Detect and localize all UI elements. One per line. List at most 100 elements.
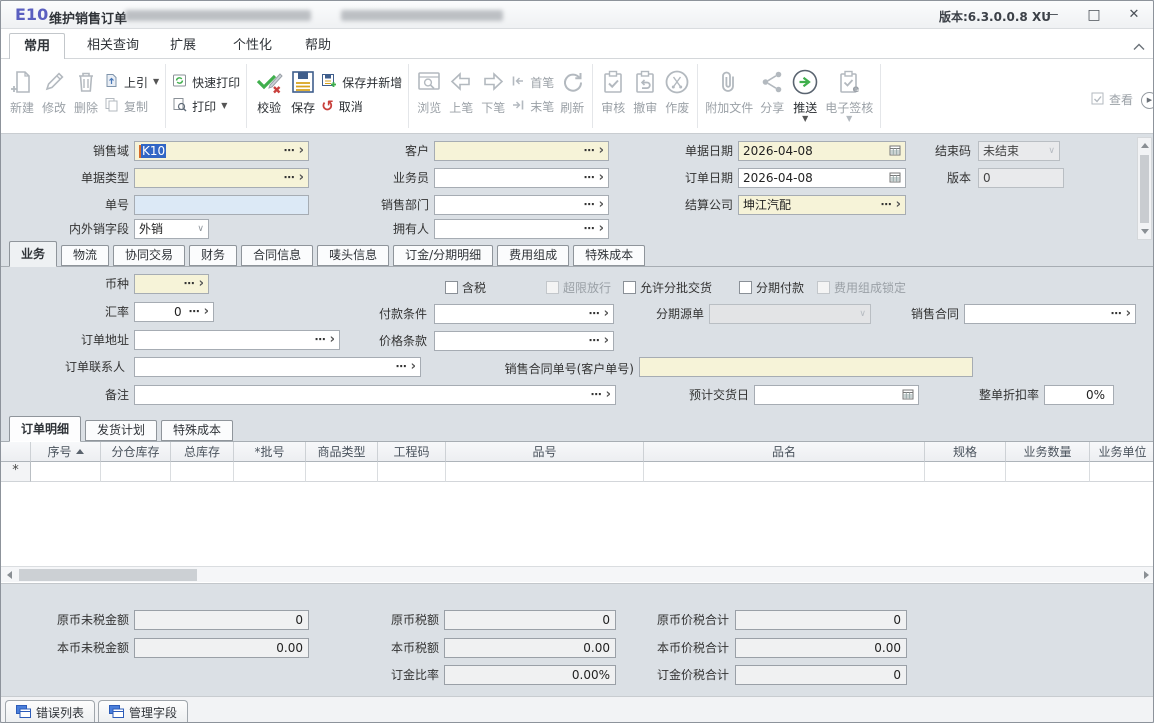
open-record-icon[interactable]: › <box>1126 307 1131 321</box>
col-header-seq[interactable]: 序号 <box>31 442 101 462</box>
col-header-batch-no[interactable]: *批号 <box>234 442 306 462</box>
col-header-item-name[interactable]: 品名 <box>644 442 925 462</box>
refresh-button[interactable]: 刷新 <box>556 61 588 117</box>
open-record-icon[interactable]: › <box>604 334 609 348</box>
open-record-icon[interactable]: › <box>599 198 604 212</box>
order-contact-field[interactable]: ⋯ › <box>134 357 421 377</box>
open-record-icon[interactable]: › <box>411 360 416 374</box>
ellipsis-icon[interactable]: ⋯ <box>584 200 595 210</box>
doc-type-field[interactable]: ⋯ › <box>134 168 309 188</box>
grid-cell[interactable] <box>234 462 306 482</box>
grid-cell[interactable] <box>1006 462 1090 482</box>
modify-button[interactable]: 修改 <box>38 61 70 117</box>
expected-delivery-field[interactable] <box>754 385 919 405</box>
copy-button[interactable]: 复制 <box>102 94 161 118</box>
grid-cell[interactable] <box>925 462 1006 482</box>
last-record-button[interactable]: 末笔 <box>509 94 556 118</box>
col-header-total-stock[interactable]: 总库存 <box>171 442 234 462</box>
sales-contract-field[interactable]: ⋯ › <box>964 304 1136 324</box>
grid-cell[interactable] <box>446 462 644 482</box>
ellipsis-icon[interactable]: ⋯ <box>584 224 595 234</box>
management-fields-tab[interactable]: 管理字段 <box>98 700 188 723</box>
open-record-icon[interactable]: › <box>299 171 304 185</box>
share-button[interactable]: 分享 <box>756 61 788 117</box>
grid-cell[interactable] <box>1090 462 1154 482</box>
tax-included-checkbox[interactable]: 含税 <box>445 280 486 294</box>
grid-cell[interactable] <box>171 462 234 482</box>
ellipsis-icon[interactable]: ⋯ <box>189 307 200 317</box>
grid-horizontal-scrollbar[interactable] <box>1 566 1154 582</box>
grid-cell[interactable] <box>31 462 101 482</box>
sales-domain-field[interactable]: K10 ⋯ › <box>134 141 309 161</box>
grid-cell[interactable] <box>644 462 925 482</box>
ellipsis-icon[interactable]: ⋯ <box>584 146 595 156</box>
menu-tab-common[interactable]: 常用 <box>9 33 65 60</box>
sales-dept-field[interactable]: ⋯ › <box>434 195 609 215</box>
tab-finance[interactable]: 财务 <box>189 245 237 266</box>
customer-field[interactable]: ⋯ › <box>434 141 609 161</box>
ribbon-overflow-icon[interactable]: ▶ <box>1141 92 1154 109</box>
delete-button[interactable]: 删除 <box>70 61 102 117</box>
grid-new-row[interactable]: * <box>1 462 1154 482</box>
unaudit-button[interactable]: 撤审 <box>629 61 661 117</box>
quick-print-button[interactable]: 快速打印 <box>170 70 242 94</box>
prev-record-button[interactable]: 上笔 <box>445 61 477 117</box>
version-field[interactable]: 0 <box>978 168 1064 188</box>
save-button[interactable]: 保存 <box>287 61 319 117</box>
price-terms-field[interactable]: ⋯ › <box>434 331 614 351</box>
col-header-spec[interactable]: 规格 <box>925 442 1006 462</box>
print-button[interactable]: 打印 ▼ <box>170 94 242 118</box>
col-header-biz-unit[interactable]: 业务单位 <box>1090 442 1154 462</box>
tab-delivery-plan[interactable]: 发货计划 <box>85 420 157 441</box>
grid-cell[interactable] <box>378 462 446 482</box>
horizontal-scroll-thumb[interactable] <box>19 569 197 581</box>
ellipsis-icon[interactable]: ⋯ <box>284 173 295 183</box>
grid-cell[interactable] <box>306 462 378 482</box>
first-record-button[interactable]: 首笔 <box>509 70 556 94</box>
tab-special-cost-grid[interactable]: 特殊成本 <box>161 420 233 441</box>
tab-order-detail[interactable]: 订单明细 <box>9 416 81 442</box>
tab-special-cost[interactable]: 特殊成本 <box>573 245 645 266</box>
attach-file-button[interactable]: 附加文件 <box>702 61 756 117</box>
void-button[interactable]: 作废 <box>661 61 693 117</box>
col-header-item-no[interactable]: 品号 <box>446 442 644 462</box>
vertical-scroll-thumb[interactable] <box>1140 155 1149 223</box>
tab-business[interactable]: 业务 <box>9 241 57 267</box>
menu-tab-personalize[interactable]: 个性化 <box>219 33 286 59</box>
doc-no-field[interactable] <box>134 195 309 215</box>
salesman-field[interactable]: ⋯ › <box>434 168 609 188</box>
scroll-right-icon[interactable] <box>1144 571 1149 579</box>
ellipsis-icon[interactable]: ⋯ <box>591 390 602 400</box>
grid-cell[interactable] <box>101 462 171 482</box>
browse-button[interactable]: 浏览 <box>413 61 445 117</box>
scroll-up-icon[interactable] <box>1141 143 1149 148</box>
ellipsis-icon[interactable]: ⋯ <box>1111 309 1122 319</box>
ellipsis-icon[interactable]: ⋯ <box>284 146 295 156</box>
pull-up-button[interactable]: 上引 ▼ <box>102 70 161 94</box>
contract-no-field[interactable] <box>639 357 973 377</box>
col-header-warehouse-stock[interactable]: 分仓库存 <box>101 442 171 462</box>
remark-field[interactable]: ⋯ › <box>134 385 616 405</box>
row-selector-header[interactable] <box>1 442 31 462</box>
tab-contract-info[interactable]: 合同信息 <box>241 245 313 266</box>
col-header-product-type[interactable]: 商品类型 <box>306 442 378 462</box>
menu-tab-help[interactable]: 帮助 <box>291 33 345 59</box>
new-button[interactable]: 新建 <box>6 61 38 117</box>
tab-shipping-mark[interactable]: 唛头信息 <box>317 245 389 266</box>
collapse-ribbon-icon[interactable] <box>1133 40 1145 54</box>
scroll-left-icon[interactable] <box>7 571 12 579</box>
open-record-icon[interactable]: › <box>606 388 611 402</box>
ellipsis-icon[interactable]: ⋯ <box>589 336 600 346</box>
ellipsis-icon[interactable]: ⋯ <box>584 173 595 183</box>
col-header-biz-qty[interactable]: 业务数量 <box>1006 442 1090 462</box>
end-code-combo[interactable]: 未结束 ∨ <box>978 141 1060 161</box>
over-limit-release-checkbox[interactable]: 超限放行 <box>546 280 611 294</box>
installment-payment-checkbox[interactable]: 分期付款 <box>739 280 804 294</box>
menu-tab-related-query[interactable]: 相关查询 <box>73 33 153 59</box>
save-and-new-button[interactable]: 保存并新增 <box>319 70 404 94</box>
tab-fee-composition[interactable]: 费用组成 <box>497 245 569 266</box>
combo-arrow-icon[interactable]: ∨ <box>197 224 204 234</box>
audit-button[interactable]: 审核 <box>597 61 629 117</box>
open-record-icon[interactable]: › <box>299 144 304 158</box>
in-out-field-combo[interactable]: 外销 ∨ <box>134 219 209 239</box>
